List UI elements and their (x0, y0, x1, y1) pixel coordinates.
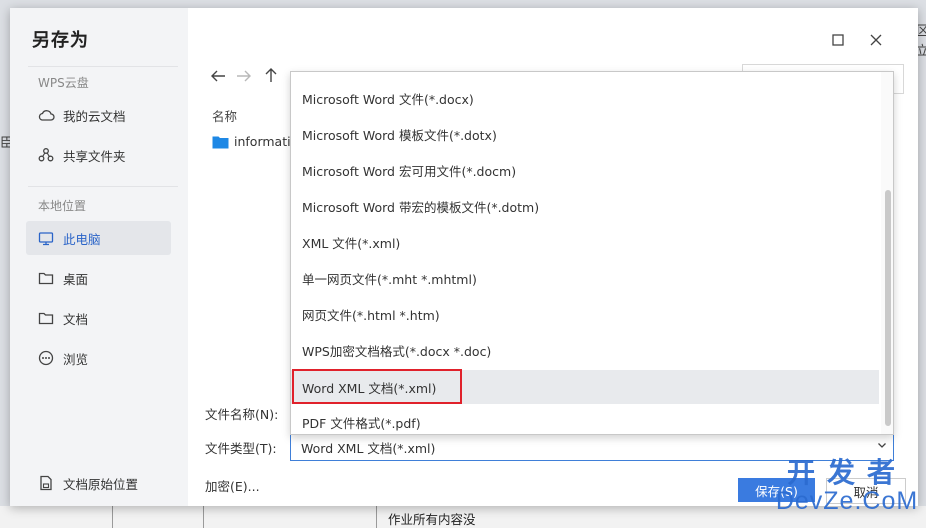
file-name: informatio (234, 134, 299, 149)
sidebar-item-original-location[interactable]: 文档原始位置 (26, 466, 171, 500)
maximize-button[interactable] (828, 30, 848, 50)
dropdown-option-selected[interactable]: Word XML 文档(*.xml) (291, 369, 879, 404)
save-as-dialog: 另存为 WPS云盘 我的云文档 共享文件夹 本地位置 此电脑 桌面 文档 浏览 … (10, 8, 918, 506)
sidebar-item-browse[interactable]: 浏览 (26, 341, 171, 375)
arrow-left-icon (211, 70, 225, 82)
dropdown-option[interactable]: 单一网页文件(*.mht *.mhtml) (291, 261, 879, 295)
watermark: 开发者 DevZe.CoM (772, 458, 922, 515)
chevron-down-icon (878, 443, 886, 448)
dropdown-option[interactable]: Microsoft Word 宏可用文件(*.docm) (291, 153, 879, 187)
watermark-cn: 开发者 (786, 457, 907, 488)
back-button[interactable] (210, 68, 226, 88)
sidebar-item-shared-folder[interactable]: 共享文件夹 (26, 138, 171, 172)
cloud-icon (37, 106, 55, 124)
highlight-box (292, 369, 462, 404)
scrollbar-thumb[interactable] (885, 190, 891, 426)
sidebar-item-this-pc[interactable]: 此电脑 (26, 221, 171, 255)
arrow-right-icon (237, 70, 251, 82)
sidebar-item-documents[interactable]: 文档 (26, 301, 171, 335)
section-cloud: WPS云盘 (38, 76, 89, 90)
filetype-dropdown: Microsoft Word 文件(*.docx) Microsoft Word… (290, 71, 894, 435)
share-icon (37, 146, 55, 164)
sidebar-item-label: 桌面 (63, 271, 89, 287)
background-bottom-text: 作业所有内容没 (388, 512, 476, 527)
sidebar-item-label: 此电脑 (63, 231, 101, 247)
arrow-up-icon (265, 68, 277, 82)
computer-icon (37, 229, 55, 247)
encrypt-link[interactable]: 加密(E)... (205, 476, 260, 495)
divider (28, 66, 178, 67)
divider (28, 186, 178, 187)
sidebar-item-label: 共享文件夹 (63, 148, 126, 164)
column-header-name[interactable]: 名称 (212, 106, 237, 125)
filetype-label: 文件类型(T): (205, 441, 277, 456)
close-button[interactable] (866, 30, 886, 50)
dropdown-option[interactable]: PDF 文件格式(*.pdf) (291, 405, 879, 439)
sidebar-item-label: 浏览 (63, 351, 89, 367)
sidebar-item-my-cloud-docs[interactable]: 我的云文档 (26, 98, 171, 132)
forward-button[interactable] (236, 68, 252, 88)
dropdown-option[interactable]: 网页文件(*.html *.htm) (291, 297, 879, 331)
dropdown-option[interactable]: Microsoft Word 文件(*.docx) (291, 81, 879, 115)
filetype-value: Word XML 文档(*.xml) (301, 440, 436, 456)
more-icon (37, 349, 55, 367)
dropdown-option[interactable]: WPS加密文档格式(*.docx *.doc) (291, 333, 879, 367)
dropdown-option[interactable]: Microsoft Word 带宏的模板文件(*.dotm) (291, 189, 879, 223)
up-button[interactable] (264, 67, 278, 88)
folder-icon (37, 269, 55, 287)
folder-icon (37, 309, 55, 327)
maximize-icon (832, 34, 844, 46)
dropdown-option[interactable]: XML 文件(*.xml) (291, 225, 879, 259)
dialog-title: 另存为 (32, 30, 89, 51)
dropdown-option[interactable]: Microsoft Word 模板文件(*.dotx) (291, 117, 879, 151)
sidebar-item-desktop[interactable]: 桌面 (26, 261, 171, 295)
file-list-item[interactable]: informatio (212, 134, 298, 149)
dropdown-scrollbar[interactable] (881, 72, 893, 434)
section-local: 本地位置 (38, 199, 87, 213)
document-icon (37, 474, 55, 492)
sidebar-item-label: 文档原始位置 (63, 476, 139, 492)
watermark-en: DevZe.CoM (775, 487, 919, 515)
close-icon (870, 34, 882, 46)
folder-icon (212, 135, 229, 149)
filename-label: 文件名称(N): (205, 407, 279, 422)
sidebar-item-label: 文档 (63, 311, 89, 327)
sidebar: 另存为 WPS云盘 我的云文档 共享文件夹 本地位置 此电脑 桌面 文档 浏览 … (10, 8, 188, 506)
sidebar-item-label: 我的云文档 (63, 108, 126, 124)
